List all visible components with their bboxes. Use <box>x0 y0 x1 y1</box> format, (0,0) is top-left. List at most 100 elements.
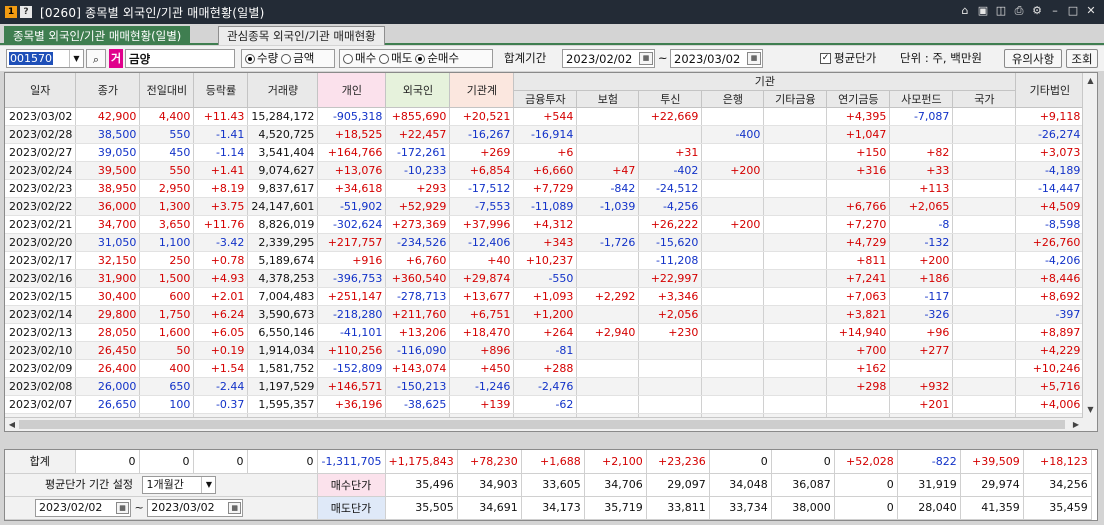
screen-number-icon[interactable]: 1 <box>5 6 17 18</box>
table-row[interactable]: 2023/02/16 31,900 1,500 +4.93 4,378,253 -396,… <box>5 269 1085 288</box>
table-row[interactable]: 2023/03/02 42,900 4,400 +11.43 15,284,172 -90… <box>5 107 1085 126</box>
investment-trust-cell <box>638 377 703 396</box>
avg-period-setting: 평균단가 기간 설정 1개월간 ▼ <box>5 473 318 497</box>
calendar-icon[interactable]: ▦ <box>116 501 129 514</box>
other-corp-cell: +4,509 <box>1015 197 1085 216</box>
search-icon[interactable]: ⌕ <box>86 49 106 68</box>
scroll-left-arrow-icon[interactable]: ◀ <box>5 418 19 431</box>
table-row[interactable]: 2023/02/28 38,500 550 -1.41 4,520,725 +18,525… <box>5 125 1085 144</box>
investment-trust-cell: +2,056 <box>638 305 703 324</box>
col-header-foreign[interactable]: 외국인 <box>385 73 451 108</box>
save-icon[interactable]: ▣ <box>976 4 990 18</box>
scroll-right-arrow-icon[interactable]: ▶ <box>1069 418 1083 431</box>
settings-gear-icon[interactable]: ⚙ <box>1030 4 1044 18</box>
radio-sell[interactable]: 매도 <box>379 49 412 68</box>
avg-end-date-input[interactable]: 2023/03/02 ▦ <box>147 498 244 517</box>
col-header-private-fund[interactable]: 사모펀드 <box>889 90 954 108</box>
col-header-insurance[interactable]: 보험 <box>576 90 640 108</box>
rate-cell: +1.54 <box>193 359 249 378</box>
table-row[interactable]: 2023/02/27 39,050 450 -1.14 3,541,404 +164,76… <box>5 143 1085 162</box>
scroll-down-arrow-icon[interactable]: ▼ <box>1083 402 1097 417</box>
calendar-icon[interactable]: ▦ <box>639 52 653 65</box>
col-header-other-financial[interactable]: 기타금융 <box>763 90 828 108</box>
table-row[interactable]: 2023/02/22 36,000 1,300 +3.75 24,147,601 -51,… <box>5 197 1085 216</box>
minimize-icon[interactable]: – <box>1048 4 1062 18</box>
close-cell: 29,800 <box>75 305 141 324</box>
table-row[interactable]: 2023/02/10 26,450 50 +0.19 1,914,034 +110,256… <box>5 341 1085 360</box>
change-cell: 2,950 <box>139 179 195 198</box>
table-row[interactable]: 2023/02/24 39,500 550 +1.41 9,074,627 +13,076… <box>5 161 1085 180</box>
screenshot-icon[interactable]: ◫ <box>994 4 1008 18</box>
avg-sell-value: 33,811 <box>646 496 710 520</box>
tab-watchlist[interactable]: 관심종목 외국인/기관 매매현황 <box>218 26 385 45</box>
calendar-icon[interactable]: ▦ <box>228 501 242 514</box>
avg-period-select[interactable]: 1개월간 ▼ <box>142 475 217 494</box>
rate-cell: -0.37 <box>193 395 249 414</box>
col-header-institution-total[interactable]: 기관계 <box>449 73 515 108</box>
total-nation: +39,509 <box>960 450 1024 474</box>
table-row[interactable]: 2023/02/21 34,700 3,650 +11.76 8,826,019 -302… <box>5 215 1085 234</box>
col-header-financial-invest[interactable]: 금융투자 <box>513 90 578 108</box>
nation-cell <box>952 215 1017 234</box>
col-header-bank[interactable]: 은행 <box>701 90 765 108</box>
other-corp-cell: +10,246 <box>1015 359 1085 378</box>
insurance-cell: -1,726 <box>576 233 640 252</box>
radio-quantity[interactable]: 수량 <box>245 49 278 68</box>
individual-cell: +164,766 <box>317 143 387 162</box>
link-icon[interactable]: ⌂ <box>958 4 972 18</box>
col-header-individual[interactable]: 개인 <box>317 73 387 108</box>
help-icon[interactable]: ? <box>20 6 32 18</box>
other-financial-cell <box>763 107 828 126</box>
table-row[interactable]: 2023/02/15 30,400 600 +2.01 7,004,483 +251,14… <box>5 287 1085 306</box>
horizontal-scrollbar[interactable]: ◀ ▶ <box>5 417 1083 431</box>
table-row[interactable]: 2023/02/07 26,650 100 -0.37 1,595,357 +36,196… <box>5 395 1085 414</box>
scroll-up-arrow-icon[interactable]: ▲ <box>1083 73 1097 88</box>
col-header-investment-trust[interactable]: 투신 <box>638 90 703 108</box>
col-header-rate[interactable]: 등락률 <box>193 73 249 108</box>
other-financial-cell <box>763 323 828 342</box>
table-row[interactable]: 2023/02/08 26,000 650 -2.44 1,197,529 +146,57… <box>5 377 1085 396</box>
radio-buy[interactable]: 매수 <box>343 49 376 68</box>
chevron-down-icon[interactable]: ▼ <box>69 50 83 67</box>
avg-start-date-input[interactable]: 2023/02/02 ▦ <box>35 498 131 517</box>
foreign-cell: +143,074 <box>385 359 451 378</box>
table-row[interactable]: 2023/02/17 32,150 250 +0.78 5,189,674 +916 +6,… <box>5 251 1085 270</box>
nation-cell <box>952 251 1017 270</box>
maximize-icon[interactable]: □ <box>1066 4 1080 18</box>
col-header-nation[interactable]: 국가 <box>952 90 1017 108</box>
table-row[interactable]: 2023/02/14 29,800 1,750 +6.24 3,590,673 -218,… <box>5 305 1085 324</box>
start-date-input[interactable]: 2023/02/02 ▦ <box>562 49 655 68</box>
stock-code-input[interactable]: 001570 ▼ <box>6 49 84 68</box>
col-header-pension[interactable]: 연기금등 <box>826 90 891 108</box>
tab-stock-daily[interactable]: 종목별 외국인/기관 매매현황(일별) <box>4 26 191 45</box>
radio-amount[interactable]: 금액 <box>281 49 314 68</box>
avg-price-checkbox[interactable]: ✓ 평균단가 <box>820 49 876 68</box>
chevron-down-icon[interactable]: ▼ <box>201 476 215 493</box>
table-row[interactable]: 2023/02/09 26,400 400 +1.54 1,581,752 -152,80… <box>5 359 1085 378</box>
close-cell: 26,650 <box>75 395 141 414</box>
col-header-volume[interactable]: 거래량 <box>247 73 319 108</box>
query-button[interactable]: 조회 <box>1066 49 1098 68</box>
total-institution: +78,230 <box>457 450 522 474</box>
end-date-input[interactable]: 2023/03/02 ▦ <box>670 49 763 68</box>
table-row[interactable]: 2023/02/23 38,950 2,950 +8.19 9,837,617 +34,6… <box>5 179 1085 198</box>
calendar-icon[interactable]: ▦ <box>747 52 761 65</box>
vertical-scrollbar[interactable]: ▲ ▼ <box>1082 73 1097 431</box>
rate-cell: +4.93 <box>193 269 249 288</box>
col-header-close[interactable]: 종가 <box>75 73 141 108</box>
nation-cell <box>952 377 1017 396</box>
print-icon[interactable]: ⎙ <box>1012 4 1026 18</box>
table-row[interactable]: 2023/02/13 28,050 1,600 +6.05 6,550,146 -41,1… <box>5 323 1085 342</box>
close-cell: 38,950 <box>75 179 141 198</box>
notice-button[interactable]: 유의사항 <box>1004 49 1062 68</box>
col-header-other-corp[interactable]: 기타법인 <box>1015 73 1085 108</box>
radio-net-buy[interactable]: 순매수 <box>415 49 459 68</box>
scroll-thumb[interactable] <box>19 420 1065 429</box>
col-header-change[interactable]: 전일대비 <box>139 73 195 108</box>
financial-invest-cell: +6,660 <box>513 161 578 180</box>
radio-label: 순매수 <box>427 51 460 65</box>
close-icon[interactable]: ✕ <box>1084 4 1098 18</box>
col-header-date[interactable]: 일자 <box>5 73 77 108</box>
table-row[interactable]: 2023/02/20 31,050 1,100 -3.42 2,339,295 +217,… <box>5 233 1085 252</box>
date-cell: 2023/02/23 <box>5 179 77 198</box>
